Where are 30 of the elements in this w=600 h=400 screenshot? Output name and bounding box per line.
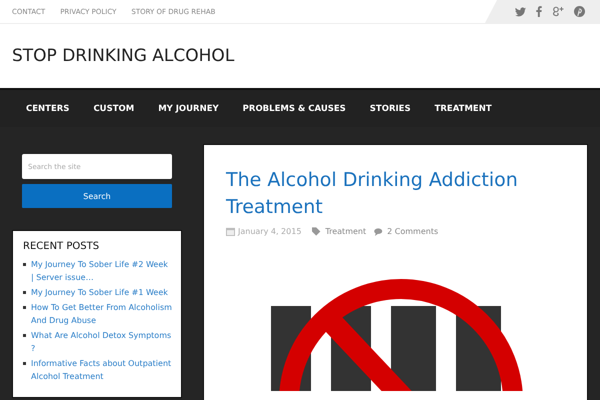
category-link[interactable]: Treatment xyxy=(325,227,366,236)
calendar-icon xyxy=(226,227,235,236)
main-nav-item[interactable]: STORIES xyxy=(358,104,423,114)
main-nav-item[interactable]: TREATMENT xyxy=(422,104,504,114)
recent-post-link[interactable]: What Are Alcohol Detox Symptoms ? xyxy=(31,329,173,355)
tags-icon xyxy=(312,227,322,236)
bullet-icon xyxy=(23,334,26,337)
pinterest-icon[interactable] xyxy=(574,6,585,17)
comments-icon xyxy=(374,228,384,236)
main-nav-item[interactable]: CUSTOM xyxy=(81,104,146,114)
google-plus-icon[interactable] xyxy=(552,6,564,17)
site-title[interactable]: STOP DRINKING ALCOHOL xyxy=(12,46,234,66)
main-nav-item[interactable]: PROBLEMS & CAUSES xyxy=(230,104,358,114)
recent-post-link[interactable]: My Journey To Sober Life #2 Week | Server issue… xyxy=(31,258,173,284)
twitter-icon[interactable] xyxy=(515,6,526,16)
bullet-icon xyxy=(23,306,26,309)
comments-link[interactable]: 2 Comments xyxy=(387,227,438,236)
recent-post-link[interactable]: My Journey To Sober Life #1 Week xyxy=(31,286,168,299)
facebook-icon[interactable] xyxy=(536,6,542,17)
main-nav-item[interactable]: CENTERS xyxy=(14,104,82,114)
recent-post-link[interactable]: How To Get Better From Alcoholism And Drug Abuse xyxy=(31,301,173,327)
post-title[interactable]: The Alcohol Drinking Addiction Treatment xyxy=(226,167,565,221)
bullet-icon xyxy=(23,362,26,365)
post-date: January 4, 2015 xyxy=(238,227,302,236)
widget-heading: RECENT POSTS xyxy=(23,241,100,252)
search-button[interactable]: Search xyxy=(22,184,172,208)
bullet-icon xyxy=(23,263,26,266)
recent-post-link[interactable]: Informative Facts about Outpatient Alcohol Treatment xyxy=(31,357,173,383)
main-nav-item[interactable]: MY JOURNEY xyxy=(146,104,231,114)
bullet-icon xyxy=(23,291,26,294)
